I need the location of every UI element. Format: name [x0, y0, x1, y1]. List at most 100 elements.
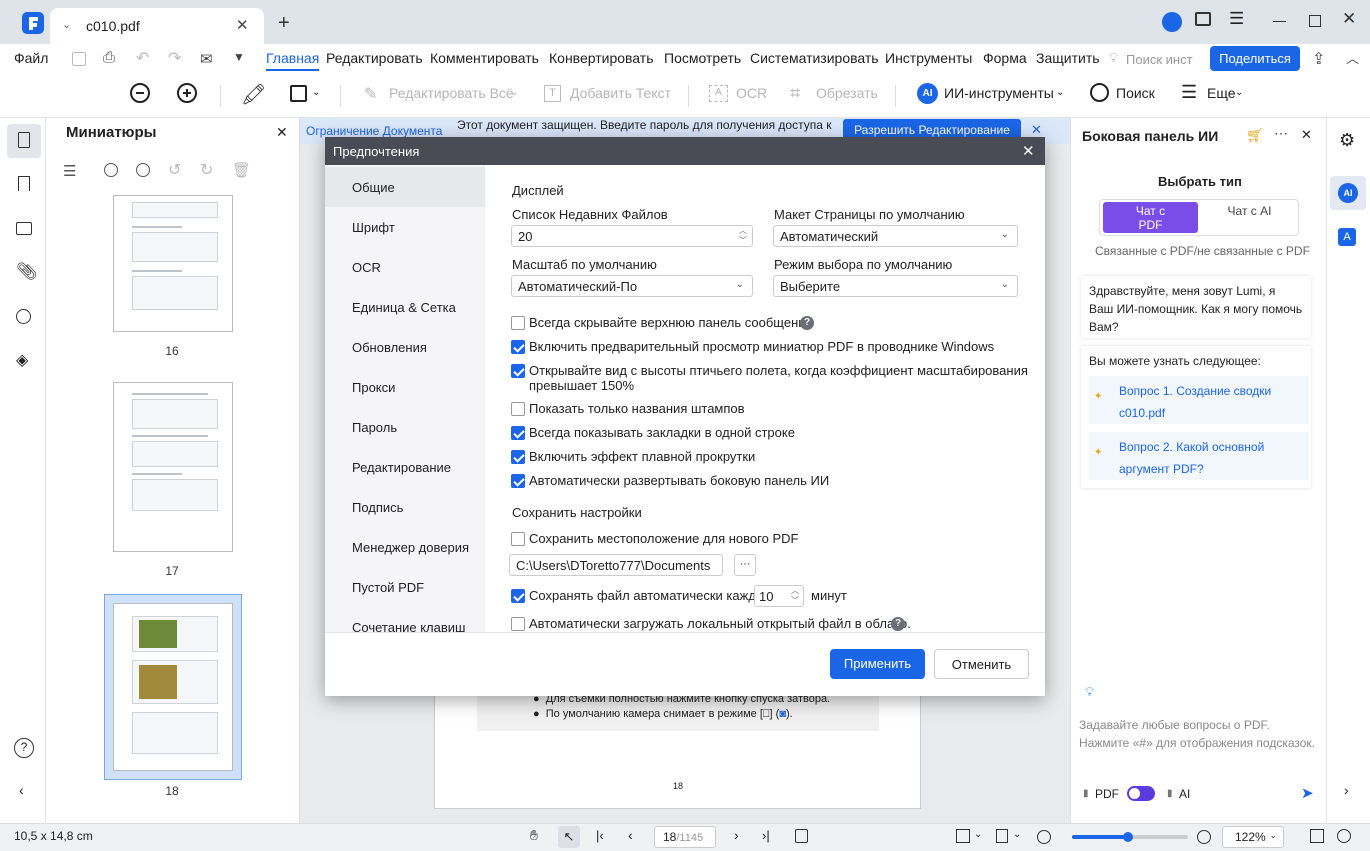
help-icon[interactable]: ?: [891, 617, 905, 631]
menu-organize[interactable]: Систематизировать: [750, 50, 879, 66]
chevron-down-icon[interactable]: ⌄: [62, 18, 71, 31]
zoom-out-status-icon[interactable]: [1037, 830, 1051, 844]
zoom-slider[interactable]: [1072, 832, 1188, 842]
nav-password[interactable]: Пароль: [352, 420, 397, 435]
menu-convert[interactable]: Конвертировать: [549, 50, 654, 66]
more-options-icon[interactable]: ⋯: [1274, 125, 1288, 142]
nav-proxy[interactable]: Прокси: [352, 380, 395, 395]
cart-icon[interactable]: 🛒︎: [1246, 127, 1264, 144]
translate-icon[interactable]: A: [1338, 228, 1356, 246]
zoom-in-icon[interactable]: [177, 83, 197, 103]
nav-units-grid[interactable]: Единица & Сетка: [352, 300, 456, 315]
bookmark-icon[interactable]: [18, 176, 30, 191]
save-location-checkbox[interactable]: [511, 532, 525, 546]
apply-button[interactable]: Применить: [830, 649, 925, 679]
search-icon[interactable]: [1090, 83, 1109, 102]
nav-ocr[interactable]: OCR: [352, 260, 381, 275]
scroll-mode-dropdown-icon[interactable]: ⌄: [1013, 829, 1021, 840]
nav-general[interactable]: Общие: [352, 180, 395, 195]
nav-editing[interactable]: Редактирование: [352, 460, 451, 475]
undo-icon[interactable]: ↶: [136, 48, 149, 68]
properties-icon[interactable]: ⚙︎: [1339, 130, 1355, 151]
page-view-dropdown-icon[interactable]: ⌄: [974, 829, 982, 840]
option-checkbox[interactable]: [511, 450, 525, 464]
thumbnails-rail-icon[interactable]: [7, 124, 41, 158]
prev-page-icon[interactable]: ‹: [628, 827, 633, 843]
close-panel-icon[interactable]: ✕: [276, 124, 288, 141]
ai-tools-button[interactable]: ИИ-инструменты: [944, 85, 1054, 101]
zoom-out-icon[interactable]: [130, 83, 150, 103]
browse-path-button[interactable]: ···: [734, 554, 756, 576]
menu-tools[interactable]: Инструменты: [885, 50, 972, 66]
account-icon[interactable]: [1162, 12, 1182, 32]
first-page-icon[interactable]: |‹: [596, 828, 604, 843]
option-checkbox[interactable]: [511, 426, 525, 440]
option-checkbox[interactable]: [511, 474, 525, 488]
share-button[interactable]: Поделиться: [1210, 46, 1300, 71]
autosave-minutes-input[interactable]: 10 ︿ ﹀: [754, 585, 804, 607]
ocr-button[interactable]: OCR: [736, 85, 767, 101]
comment-icon[interactable]: [16, 222, 32, 235]
fit-page-icon[interactable]: [795, 829, 808, 843]
print-icon[interactable]: ⎙: [103, 49, 115, 66]
cancel-button[interactable]: Отменить: [934, 649, 1029, 679]
ai-tools-dropdown-icon[interactable]: ⌄: [1056, 87, 1064, 98]
option-checkbox[interactable]: [511, 364, 525, 378]
next-page-icon[interactable]: ›: [734, 827, 739, 843]
chat-ai-option[interactable]: Чат с AI: [1202, 202, 1297, 233]
fullscreen-icon[interactable]: [1310, 829, 1324, 843]
menu-comment[interactable]: Комментировать: [430, 50, 539, 66]
nav-signature[interactable]: Подпись: [352, 500, 403, 515]
page-thumbnail[interactable]: [113, 382, 233, 552]
option-checkbox[interactable]: [511, 340, 525, 354]
nav-trust-manager[interactable]: Менеджер доверия: [352, 540, 469, 555]
autosave-checkbox[interactable]: [511, 589, 525, 603]
attachment-icon[interactable]: 📎︎: [16, 262, 38, 282]
collapse-ribbon-icon[interactable]: ︿: [1346, 48, 1359, 67]
feedback-icon[interactable]: [1195, 12, 1211, 26]
nav-font[interactable]: Шрифт: [352, 220, 395, 235]
nav-shortcuts[interactable]: Сочетание клавиш: [352, 620, 465, 632]
page-input[interactable]: 18/1145: [654, 826, 716, 848]
ai-assistant-icon[interactable]: AI: [1330, 176, 1366, 210]
more-button[interactable]: Еще: [1207, 85, 1236, 101]
edit-all-button[interactable]: Редактировать Всё: [389, 85, 514, 101]
cloud-upload-checkbox[interactable]: [511, 617, 525, 631]
new-tab-icon[interactable]: +: [278, 12, 290, 35]
last-page-icon[interactable]: ›|: [762, 828, 770, 843]
mail-icon[interactable]: ✉: [200, 50, 213, 68]
menu-file[interactable]: Файл: [14, 50, 48, 66]
ai-tools-icon[interactable]: AI: [917, 83, 938, 104]
recent-files-input[interactable]: 20 ︿ ﹀: [511, 225, 753, 247]
redo-icon[interactable]: ↷: [168, 48, 181, 68]
thumb-options-icon[interactable]: ☰: [63, 162, 76, 180]
close-notice-icon[interactable]: ✕: [1031, 122, 1042, 138]
ai-input-box[interactable]: Задавайте любые вопросы о PDF. Нажмите «…: [1079, 716, 1323, 752]
more-icon[interactable]: ☰: [1181, 82, 1197, 103]
send-icon[interactable]: ➤: [1301, 784, 1314, 802]
menu-icon[interactable]: ☰: [1229, 9, 1244, 29]
zoom-in-status-icon[interactable]: [1197, 830, 1211, 844]
page-thumbnail[interactable]: [113, 195, 233, 332]
select-mode-select[interactable]: Выберите ⌄: [773, 275, 1018, 297]
upload-icon[interactable]: ⇪: [1312, 49, 1325, 69]
menu-home[interactable]: Главная: [266, 50, 320, 71]
option-checkbox[interactable]: [511, 402, 525, 416]
rotate-left-icon[interactable]: ↺: [168, 160, 181, 180]
close-ai-panel-icon[interactable]: ✕: [1301, 127, 1312, 143]
nav-blank-pdf[interactable]: Пустой PDF: [352, 580, 424, 595]
delete-page-icon[interactable]: 🗑︎: [232, 161, 251, 179]
thumb-zoom-in-icon[interactable]: [104, 163, 118, 177]
close-window-icon[interactable]: ✕: [1342, 9, 1356, 29]
thumb-zoom-out-icon[interactable]: [136, 163, 150, 177]
highlighter-icon[interactable]: 🖍︎: [241, 82, 266, 107]
crop-button[interactable]: Обрезать: [816, 85, 878, 101]
help-icon[interactable]: ?: [14, 738, 34, 758]
pdf-ai-switch[interactable]: [1127, 786, 1155, 801]
dialog-close-icon[interactable]: ✕: [1022, 142, 1035, 160]
suggestion-q2[interactable]: ✦ Вопрос 2. Какой основной аргумент PDF?: [1089, 432, 1309, 480]
page-layout-select[interactable]: Автоматический ⌄: [773, 225, 1018, 247]
zoom-slider-knob[interactable]: [1122, 832, 1133, 842]
zoom-select[interactable]: 122% ⌄: [1222, 826, 1284, 848]
minimize-icon[interactable]: [1273, 21, 1286, 22]
